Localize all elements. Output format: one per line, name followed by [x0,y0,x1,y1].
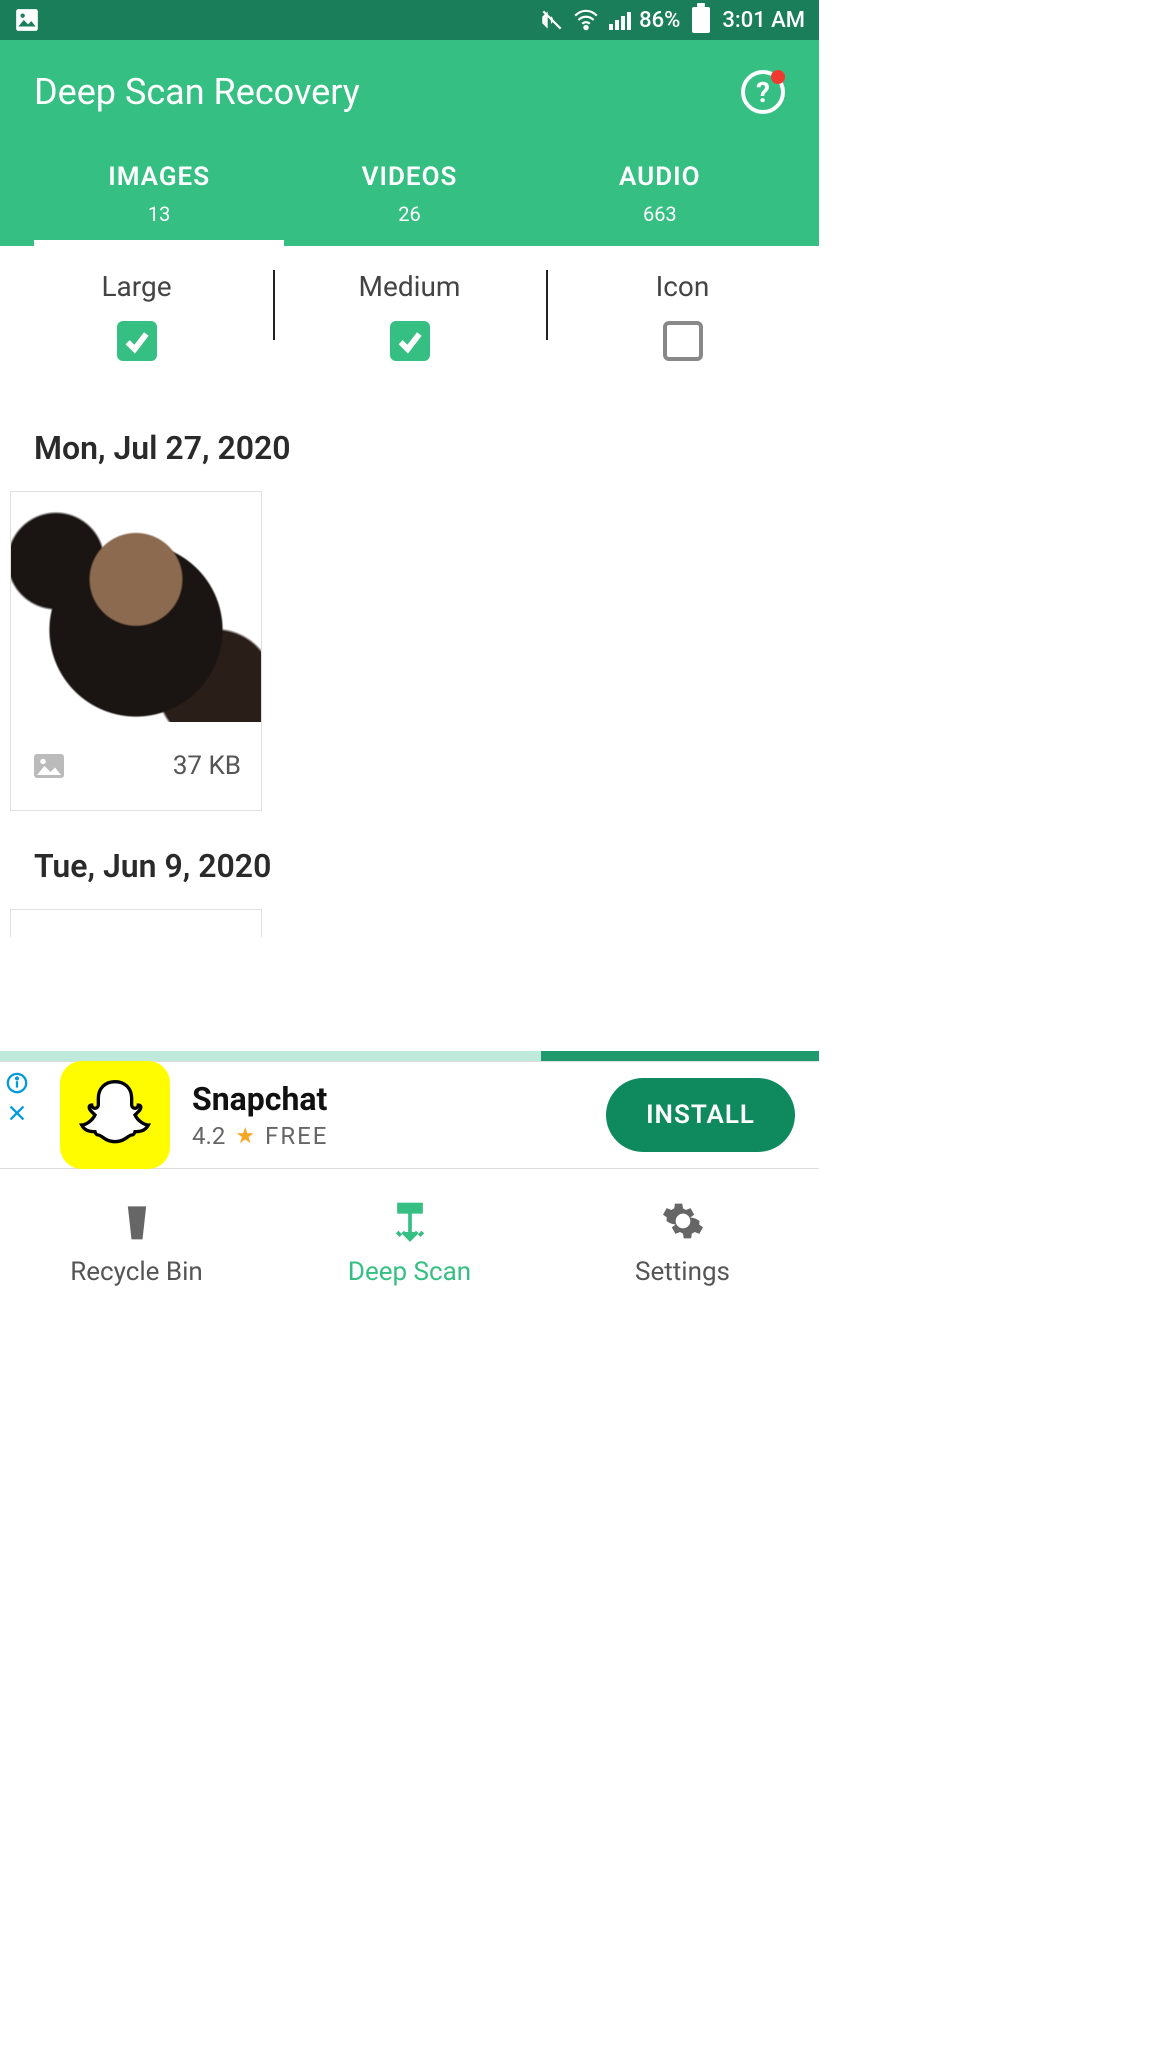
tab-audio[interactable]: AUDIO 663 [535,162,785,246]
trash-icon [115,1199,159,1243]
picture-icon [14,7,40,33]
close-icon[interactable] [6,1102,28,1124]
tab-images[interactable]: IMAGES 13 [34,162,284,246]
results-list[interactable]: Mon, Jul 27, 2020 37 KB Tue, Jun 9, 2020 [0,391,819,1051]
battery-icon [692,7,710,33]
question-mark-icon: ? [756,76,770,109]
nav-recycle-bin[interactable]: Recycle Bin [0,1169,273,1317]
checkbox-large[interactable] [117,321,157,361]
star-icon: ★ [235,1124,255,1149]
battery-percent: 86% [639,8,680,33]
nav-label: Settings [635,1257,730,1287]
drill-icon [388,1199,432,1243]
nav-label: Recycle Bin [70,1257,203,1287]
tab-videos[interactable]: VIDEOS 26 [284,162,534,246]
date-group-header: Tue, Jun 9, 2020 [34,847,809,885]
snapchat-ghost-icon [75,1075,155,1155]
date-group-header: Mon, Jul 27, 2020 [34,429,809,467]
file-size: 37 KB [173,751,241,781]
filter-icon[interactable]: Icon [546,270,819,361]
install-button[interactable]: INSTALL [606,1078,795,1152]
scan-progress [0,1051,819,1061]
size-filters: Large Medium Icon [0,246,819,391]
nav-settings[interactable]: Settings [546,1169,819,1317]
filter-large[interactable]: Large [0,270,273,361]
image-icon [31,748,67,784]
status-bar: 86% 3:01 AM [0,0,819,40]
help-button[interactable]: ? [741,70,785,114]
check-icon [396,327,424,355]
image-thumbnail[interactable]: 37 KB [10,491,262,811]
ad-app-name: Snapchat [192,1080,606,1118]
nav-deep-scan[interactable]: Deep Scan [273,1169,546,1317]
check-icon [123,327,151,355]
ad-banner[interactable]: Snapchat 4.2 ★ FREE INSTALL [0,1061,819,1169]
ad-rating: 4.2 [192,1122,225,1150]
signal-icon [607,8,631,32]
ad-app-icon [60,1061,170,1169]
filter-medium[interactable]: Medium [273,270,546,361]
info-icon[interactable] [6,1072,28,1094]
image-thumbnail[interactable] [10,909,262,937]
vibrate-mute-icon [539,7,565,33]
progress-fill [541,1051,819,1061]
app-header: Deep Scan Recovery ? IMAGES 13 VIDEOS 26… [0,40,819,246]
notification-dot [771,70,785,84]
thumbnail-image [11,910,261,937]
clock: 3:01 AM [722,8,805,33]
nav-label: Deep Scan [348,1257,471,1287]
page-title: Deep Scan Recovery [34,71,360,113]
ad-price: FREE [265,1122,328,1150]
thumbnail-image [11,492,261,722]
media-tabs: IMAGES 13 VIDEOS 26 AUDIO 663 [34,162,785,246]
gear-icon [661,1199,705,1243]
checkbox-icon[interactable] [663,321,703,361]
wifi-icon [573,7,599,33]
bottom-nav: Recycle Bin Deep Scan Settings [0,1169,819,1317]
checkbox-medium[interactable] [390,321,430,361]
